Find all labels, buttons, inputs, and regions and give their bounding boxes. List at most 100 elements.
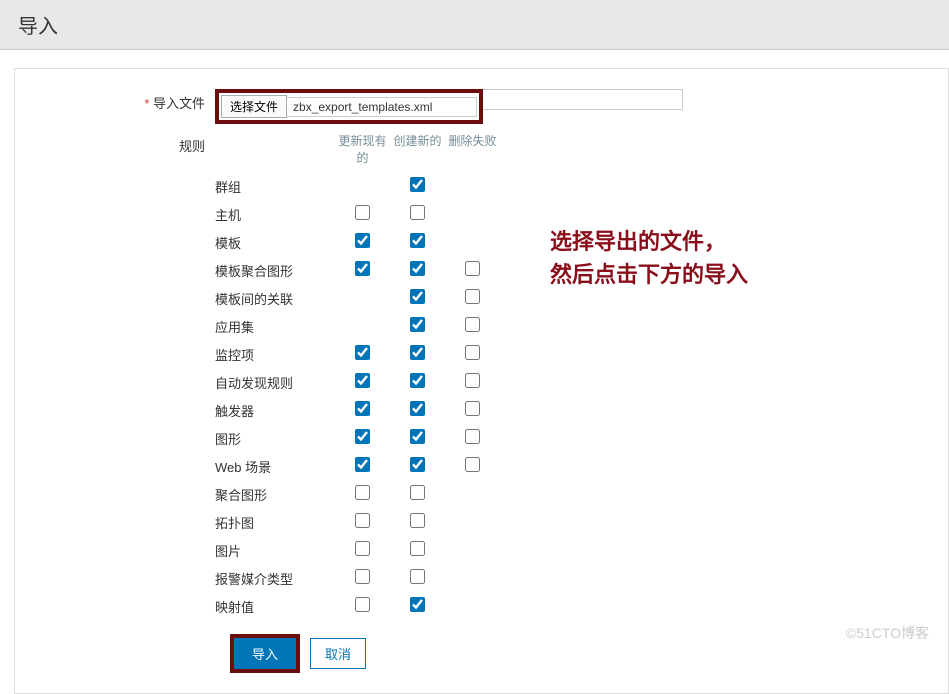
rule-checkbox[interactable]	[465, 345, 480, 360]
rule-checkbox[interactable]	[410, 233, 425, 248]
rule-name: 拓扑图	[215, 513, 335, 532]
rule-name: 监控项	[215, 345, 335, 364]
rule-checkbox[interactable]	[355, 485, 370, 500]
rule-checkbox-cell	[390, 569, 445, 587]
rule-checkbox-cell	[390, 373, 445, 391]
rule-checkbox[interactable]	[355, 261, 370, 276]
rule-row: 监控项	[215, 340, 500, 368]
rules-table: 更新现有的 创建新的 删除失败 群组主机模板模板聚合图形模板间的关联应用集监控项…	[215, 132, 500, 620]
rule-checkbox[interactable]	[355, 541, 370, 556]
rule-checkbox[interactable]	[355, 513, 370, 528]
rule-checkbox[interactable]	[410, 289, 425, 304]
rule-checkbox[interactable]	[410, 569, 425, 584]
rule-checkbox[interactable]	[465, 289, 480, 304]
rule-checkbox[interactable]	[355, 569, 370, 584]
rules-header-delete: 删除失败	[445, 132, 500, 166]
file-label: 导入文件	[35, 89, 215, 112]
rule-row: 触发器	[215, 396, 500, 424]
rule-row: 映射值	[215, 592, 500, 620]
rule-name: 图形	[215, 429, 335, 448]
file-input-group: 选择文件 zbx_export_templates.xml	[215, 89, 483, 124]
rule-checkbox[interactable]	[410, 457, 425, 472]
rule-checkbox[interactable]	[355, 457, 370, 472]
rule-checkbox[interactable]	[355, 373, 370, 388]
file-path-trail	[483, 89, 683, 110]
rule-checkbox-cell	[390, 597, 445, 615]
rule-row: 图形	[215, 424, 500, 452]
rule-name: 模板聚合图形	[215, 261, 335, 280]
rule-checkbox[interactable]	[410, 345, 425, 360]
rule-name: Web 场景	[215, 457, 335, 476]
rule-checkbox-cell	[390, 233, 445, 251]
rule-checkbox-cell	[335, 429, 390, 447]
rule-checkbox[interactable]	[410, 317, 425, 332]
rule-checkbox-cell	[445, 345, 500, 363]
rule-name: 模板	[215, 233, 335, 252]
rule-name: 聚合图形	[215, 485, 335, 504]
rule-checkbox[interactable]	[355, 205, 370, 220]
rule-checkbox[interactable]	[465, 429, 480, 444]
cancel-button[interactable]: 取消	[310, 638, 366, 669]
rule-row: Web 场景	[215, 452, 500, 480]
rule-checkbox[interactable]	[465, 373, 480, 388]
rule-name: 触发器	[215, 401, 335, 420]
rule-checkbox[interactable]	[355, 429, 370, 444]
rule-checkbox-cell	[445, 429, 500, 447]
rule-checkbox[interactable]	[465, 317, 480, 332]
rule-checkbox-cell	[390, 317, 445, 335]
page-title: 导入	[0, 0, 949, 50]
rule-checkbox[interactable]	[410, 597, 425, 612]
rule-checkbox-cell	[390, 513, 445, 531]
rule-checkbox-cell	[335, 345, 390, 363]
rule-checkbox[interactable]	[410, 541, 425, 556]
rule-checkbox[interactable]	[410, 373, 425, 388]
rule-checkbox[interactable]	[465, 401, 480, 416]
rule-checkbox-cell	[390, 345, 445, 363]
choose-file-button[interactable]: 选择文件	[221, 95, 287, 118]
rule-checkbox-cell	[445, 261, 500, 279]
annotation-text: 选择导出的文件， 然后点击下方的导入	[550, 225, 748, 291]
rule-row: 图片	[215, 536, 500, 564]
rules-header-create: 创建新的	[390, 132, 445, 166]
rule-checkbox-cell	[335, 569, 390, 587]
rule-checkbox-cell	[390, 485, 445, 503]
rule-checkbox-cell	[335, 261, 390, 279]
rule-checkbox[interactable]	[410, 429, 425, 444]
rule-checkbox[interactable]	[410, 513, 425, 528]
rule-row: 自动发现规则	[215, 368, 500, 396]
rule-checkbox-cell	[390, 205, 445, 223]
rule-checkbox[interactable]	[465, 261, 480, 276]
rule-row: 群组	[215, 172, 500, 200]
import-button-highlight: 导入	[230, 634, 300, 673]
rule-checkbox[interactable]	[465, 457, 480, 472]
rule-name: 图片	[215, 541, 335, 560]
rule-checkbox-cell	[390, 289, 445, 307]
rule-row: 模板	[215, 228, 500, 256]
rule-checkbox[interactable]	[410, 485, 425, 500]
rule-checkbox-cell	[335, 597, 390, 615]
annotation-line2: 然后点击下方的导入	[550, 258, 748, 291]
import-button[interactable]: 导入	[234, 638, 296, 669]
rule-checkbox[interactable]	[355, 597, 370, 612]
rule-checkbox-cell	[335, 541, 390, 559]
rule-checkbox-cell	[335, 485, 390, 503]
rule-checkbox-cell	[390, 429, 445, 447]
rule-checkbox[interactable]	[410, 401, 425, 416]
rule-checkbox[interactable]	[355, 345, 370, 360]
watermark: ©51CTO博客	[846, 623, 929, 643]
rules-label: 规则	[35, 132, 215, 155]
rule-checkbox[interactable]	[410, 261, 425, 276]
rule-checkbox-cell	[335, 401, 390, 419]
rule-checkbox[interactable]	[355, 233, 370, 248]
rule-checkbox[interactable]	[410, 205, 425, 220]
rule-checkbox[interactable]	[355, 401, 370, 416]
rule-checkbox-cell	[390, 177, 445, 195]
rule-checkbox[interactable]	[410, 177, 425, 192]
rule-row: 应用集	[215, 312, 500, 340]
selected-file-name: zbx_export_templates.xml	[287, 97, 477, 117]
rule-checkbox-cell	[335, 205, 390, 223]
rule-name: 报警媒介类型	[215, 569, 335, 588]
rule-name: 应用集	[215, 317, 335, 336]
rule-checkbox-cell	[445, 289, 500, 307]
rule-row: 模板间的关联	[215, 284, 500, 312]
